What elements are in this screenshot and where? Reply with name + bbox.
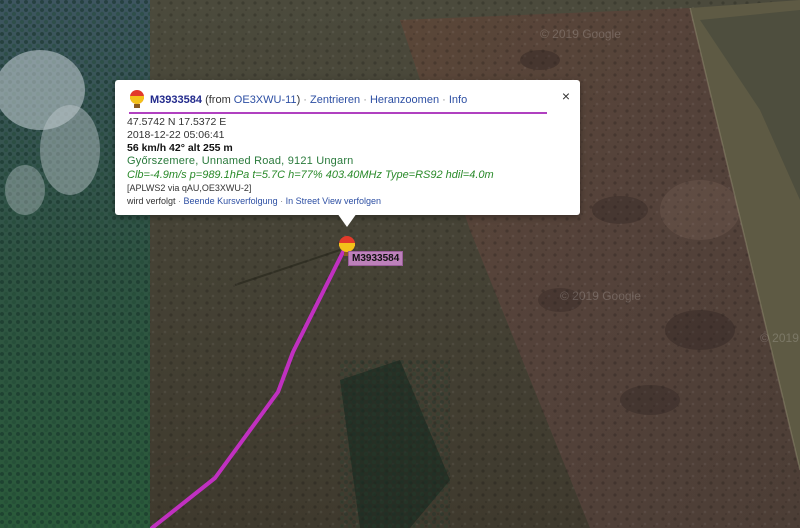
info-popup: M3933584 (from OE3XWU-11) · Zentrieren ·… bbox=[115, 80, 580, 215]
separator: · bbox=[178, 196, 182, 206]
map-watermark: © 2019 Google bbox=[760, 331, 800, 345]
center-link[interactable]: Zentrieren bbox=[310, 94, 360, 106]
marker-label[interactable]: M3933584 bbox=[348, 251, 404, 266]
close-icon[interactable]: × bbox=[559, 89, 573, 103]
from-suffix: ) bbox=[296, 94, 301, 106]
popup-divider bbox=[129, 112, 547, 114]
popup-pointer bbox=[337, 213, 357, 227]
from-prefix: (from bbox=[205, 94, 234, 106]
speed-course-altitude: 56 km/h 42° alt 255 m bbox=[127, 142, 233, 154]
callsign-link[interactable]: M3933584 bbox=[150, 94, 202, 106]
stop-tracking-link[interactable]: Beende Kursverfolgung bbox=[184, 196, 278, 206]
separator: · bbox=[303, 94, 307, 106]
timestamp: 2018-12-22 05:06:41 bbox=[127, 129, 225, 141]
from-station-link[interactable]: OE3XWU-11 bbox=[234, 94, 297, 106]
tracked-text: wird verfolgt bbox=[127, 196, 176, 206]
balloon-icon bbox=[130, 90, 144, 108]
map-watermark: © 2019 Google bbox=[560, 289, 641, 303]
tracking-row: wird verfolgt · Beende Kursverfolgung · … bbox=[127, 196, 381, 206]
packet-path: [APLWS2 via qAU,OE3XWU-2] bbox=[127, 183, 252, 193]
popup-header: M3933584 (from OE3XWU-11) · Zentrieren ·… bbox=[129, 90, 549, 112]
popup-title: M3933584 (from OE3XWU-11) · Zentrieren ·… bbox=[150, 94, 467, 106]
address: Győrszemere, Unnamed Road, 9121 Ungarn bbox=[127, 155, 354, 167]
zoom-in-link[interactable]: Heranzoomen bbox=[370, 94, 439, 106]
separator: · bbox=[363, 94, 367, 106]
telemetry-comment: Clb=-4.9m/s p=989.1hPa t=5.7C h=77% 403.… bbox=[127, 169, 494, 181]
street-view-link[interactable]: In Street View verfolgen bbox=[286, 196, 381, 206]
separator: · bbox=[442, 94, 446, 106]
info-link[interactable]: Info bbox=[449, 94, 467, 106]
coordinates: 47.5742 N 17.5372 E bbox=[127, 116, 227, 128]
map-watermark: © 2019 Google bbox=[540, 27, 621, 41]
separator: · bbox=[280, 196, 284, 206]
